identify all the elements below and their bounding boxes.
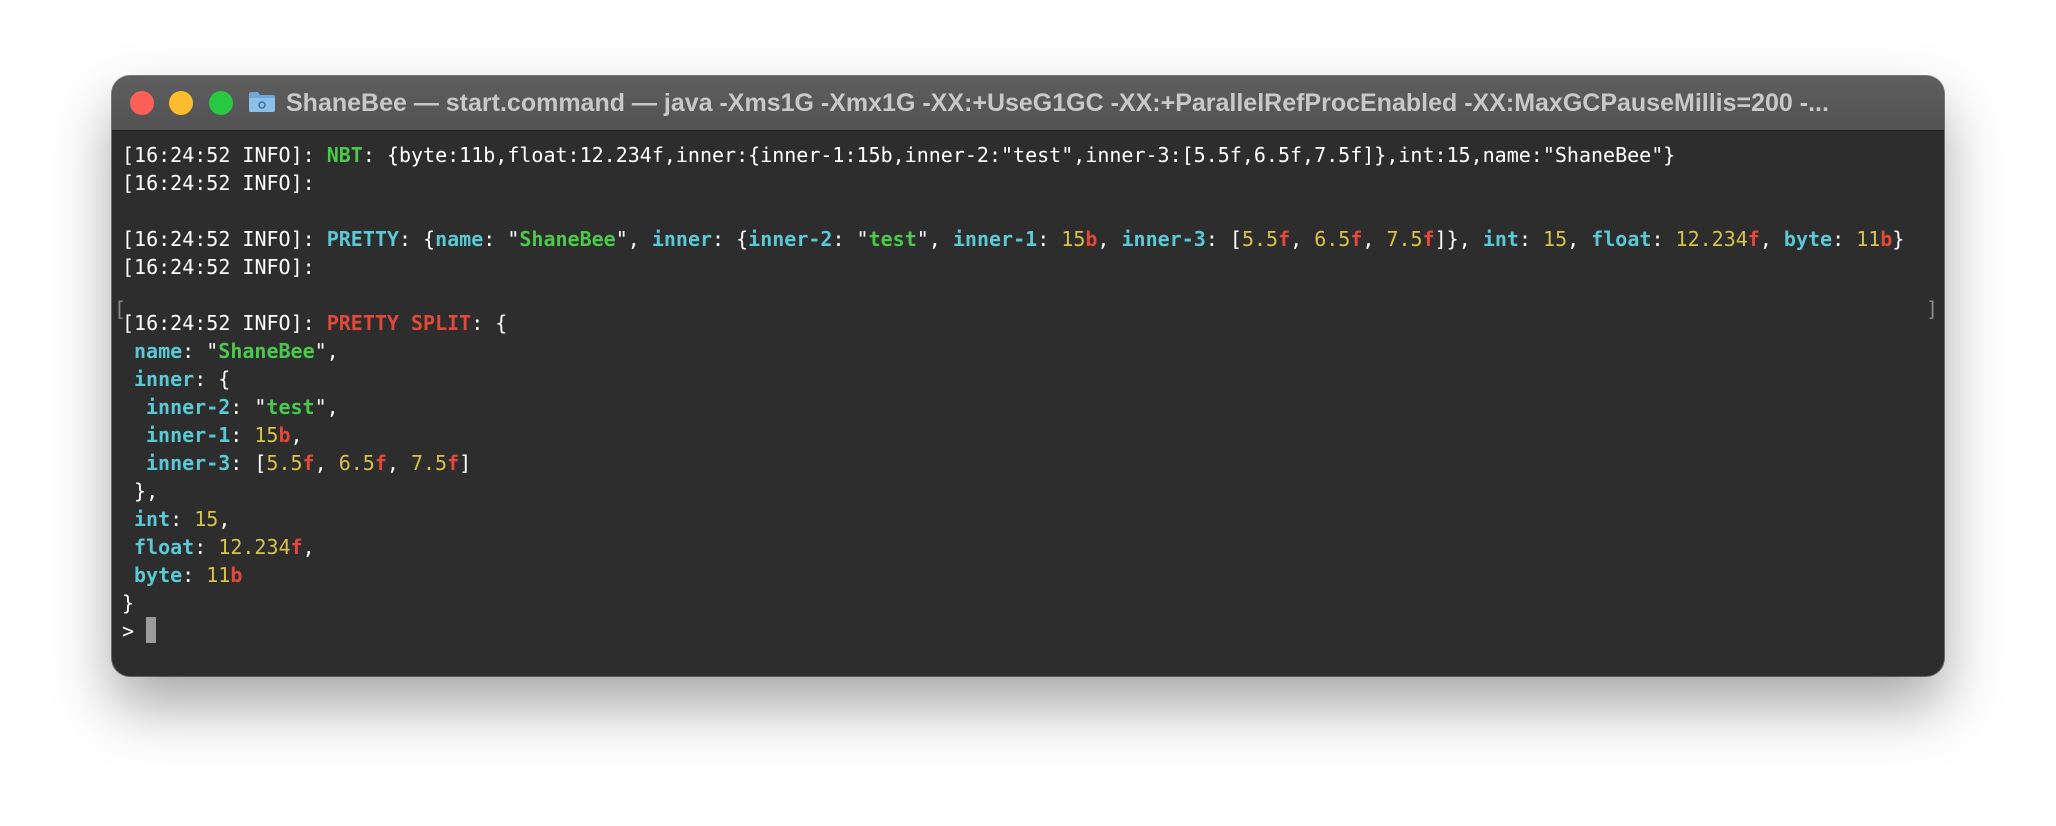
pretty-label: PRETTY [326, 227, 399, 251]
suffix-b: b [1085, 227, 1098, 251]
split-line-close: } [122, 591, 135, 615]
key-inner-3: inner-3 [1121, 227, 1206, 251]
key-float: float [134, 535, 195, 559]
key-name: name [134, 339, 183, 363]
value-inner-1: 15 [1061, 227, 1086, 251]
key-inner: inner [651, 227, 713, 251]
command-prompt[interactable]: > [122, 617, 157, 645]
scroll-bracket-right: ] [1925, 297, 1938, 321]
close-button[interactable] [130, 91, 154, 115]
log-line-pretty-split: [16:24:52 INFO]: PRETTY SPLIT: { [122, 309, 507, 337]
log-line-empty: [16:24:52 INFO]: [122, 171, 315, 195]
value-byte: 11 [206, 563, 231, 587]
suffix-f: f [290, 535, 303, 559]
split-line-name: name: "ShaneBee", [134, 339, 339, 363]
key-inner-1: inner-1 [146, 423, 231, 447]
suffix-f: f [1422, 227, 1435, 251]
minimize-button[interactable] [169, 91, 193, 115]
value-byte: 11 [1856, 227, 1881, 251]
log-line-nbt: [16:24:52 INFO]: NBT: {byte:11b,float:12… [122, 141, 1675, 169]
value-int: 15 [194, 507, 219, 531]
value-float: 12.234 [1675, 227, 1748, 251]
zoom-button[interactable] [209, 91, 233, 115]
split-line-close-inner: }, [122, 479, 159, 503]
value-inner-3-2: 7.5 [410, 451, 448, 475]
key-inner-2: inner-2 [748, 227, 833, 251]
value-int: 15 [1543, 227, 1568, 251]
suffix-f: f [302, 451, 315, 475]
suffix-f: f [1350, 227, 1363, 251]
suffix-f: f [447, 451, 460, 475]
nbt-label: NBT [326, 143, 363, 167]
suffix-b: b [278, 423, 291, 447]
suffix-f: f [1278, 227, 1291, 251]
value-inner-3-0: 5.5 [1241, 227, 1279, 251]
pretty-split-label: PRETTY SPLIT [326, 311, 472, 335]
prompt-symbol: > [122, 619, 135, 643]
suffix-f: f [1747, 227, 1760, 251]
key-inner: inner [134, 367, 195, 391]
terminal-output[interactable]: [16:24:52 INFO]: NBT: {byte:11b,float:12… [112, 131, 1944, 676]
key-inner-2: inner-2 [146, 395, 231, 419]
split-line-float: float: 12.234f, [134, 535, 315, 559]
log-line-empty: [16:24:52 INFO]: [122, 255, 315, 279]
value-name: ShaneBee [519, 227, 616, 251]
text-cursor [146, 617, 157, 643]
window-title: ShaneBee — start.command — java -Xms1G -… [286, 89, 1829, 117]
split-line-byte: byte: 11b [134, 563, 243, 587]
suffix-b: b [1880, 227, 1893, 251]
split-line-int: int: 15, [134, 507, 231, 531]
terminal-window: ShaneBee — start.command — java -Xms1G -… [112, 76, 1944, 676]
key-byte: byte [134, 563, 183, 587]
log-prefix: [16:24:52 INFO]: [122, 311, 327, 335]
value-inner-1: 15 [254, 423, 279, 447]
key-inner-3: inner-3 [146, 451, 231, 475]
suffix-f: f [374, 451, 387, 475]
split-line-inner-3: inner-3: [5.5f, 6.5f, 7.5f] [146, 451, 472, 475]
key-inner-1: inner-1 [952, 227, 1038, 251]
value-inner-3-1: 6.5 [338, 451, 375, 475]
key-byte: byte [1783, 227, 1833, 251]
split-line-inner-2: inner-2: "test", [146, 395, 339, 419]
nbt-value: : {byte:11b,float:12.234f,inner:{inner-1… [362, 143, 1676, 167]
key-name: name [435, 227, 484, 251]
suffix-b: b [230, 563, 243, 587]
open-brace: : { [471, 311, 508, 335]
log-line-pretty: [16:24:52 INFO]: PRETTY: {name: "ShaneBe… [122, 227, 1905, 251]
value-inner-2: test [868, 227, 917, 251]
scroll-bracket-left: [ [114, 297, 127, 321]
key-int: int [1482, 227, 1519, 251]
log-prefix: [16:24:52 INFO]: [122, 227, 327, 251]
value-inner-2: test [266, 395, 315, 419]
title-bar[interactable]: ShaneBee — start.command — java -Xms1G -… [112, 76, 1944, 131]
split-line-inner: inner: { [134, 367, 231, 391]
split-line-inner-1: inner-1: 15b, [146, 423, 303, 447]
key-float: float [1591, 227, 1652, 251]
value-float: 12.234 [218, 535, 291, 559]
folder-icon [249, 92, 275, 112]
value-name: ShaneBee [218, 339, 315, 363]
value-inner-3-0: 5.5 [266, 451, 303, 475]
key-int: int [134, 507, 171, 531]
value-inner-3-2: 7.5 [1386, 227, 1423, 251]
value-inner-3-1: 6.5 [1314, 227, 1351, 251]
log-prefix: [16:24:52 INFO]: [122, 143, 327, 167]
